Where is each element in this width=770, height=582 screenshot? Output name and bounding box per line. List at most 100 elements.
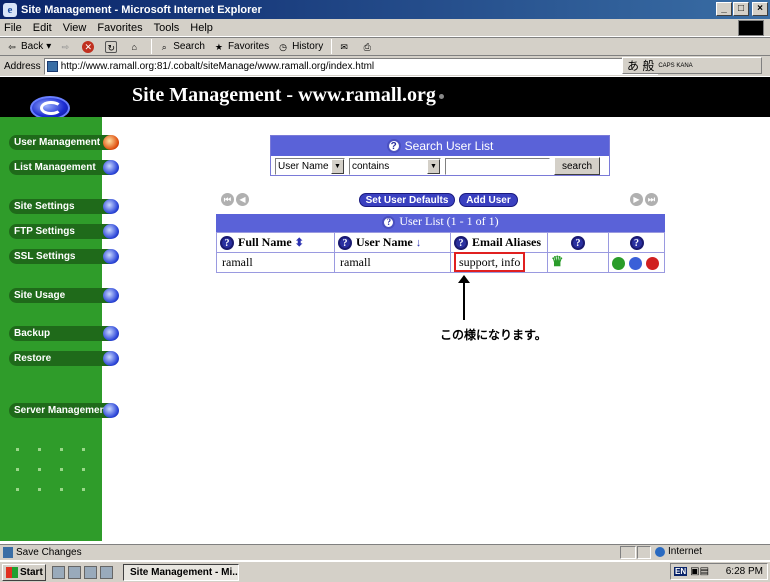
sidebar-item-backup[interactable]: Backup <box>9 326 119 341</box>
knob-icon <box>103 326 119 341</box>
maximize-button[interactable]: □ <box>733 2 749 16</box>
sidebar-item-ssl-settings[interactable]: SSL Settings <box>9 249 119 264</box>
sidebar-item-restore[interactable]: Restore <box>9 351 119 366</box>
home-button[interactable]: ⌂ <box>128 41 143 53</box>
column-user-name[interactable]: ? User Name ↓ <box>334 232 451 253</box>
status-text: Save Changes <box>16 547 82 558</box>
stop-icon: ✕ <box>82 40 95 53</box>
pager-right: ▶ ⏭ <box>630 193 658 206</box>
delete-user-icon[interactable] <box>646 256 659 270</box>
set-user-defaults-button[interactable]: Set User Defaults <box>359 193 455 207</box>
last-page-icon[interactable]: ⏭ <box>645 193 658 206</box>
start-button[interactable]: Start <box>2 563 46 581</box>
ime-mode[interactable]: あ 般 <box>627 57 654 74</box>
sidebar-item-server-management[interactable]: Server Management <box>9 403 119 418</box>
status-panel <box>637 546 651 559</box>
home-icon: ⌂ <box>131 41 137 52</box>
table-row: ramall ramall support, info ♛ <box>216 252 665 273</box>
first-page-icon[interactable]: ⏮ <box>221 193 234 206</box>
search-toolbar-button[interactable]: ⌕ Search <box>158 41 205 53</box>
back-button[interactable]: ⇦ Back ▾ <box>6 41 51 53</box>
sidebar-item-site-settings[interactable]: Site Settings <box>9 199 119 214</box>
stop-button[interactable]: ✕ <box>82 40 97 53</box>
channels-quicklaunch-icon[interactable] <box>100 565 113 579</box>
help-icon[interactable]: ? <box>338 236 352 251</box>
toolbar-separator <box>151 39 153 54</box>
mail-button[interactable]: ✉ <box>338 41 353 53</box>
tray-icons[interactable]: ▣▤ <box>690 566 709 577</box>
knob-icon <box>103 351 119 366</box>
address-url: http://www.ramall.org:81/.cobalt/siteMan… <box>60 60 375 72</box>
browser-toolbar: ⇦ Back ▾ ⇨ ✕ ↻ ⌂ ⌕ Search ★ Favorites ◷ … <box>0 37 770 56</box>
search-field-select[interactable]: User Name ▼ <box>275 157 345 175</box>
show-desktop-icon[interactable] <box>52 565 65 579</box>
back-arrow-icon: ⇦ <box>8 41 16 52</box>
sidebar-item-site-usage[interactable]: Site Usage <box>9 288 119 303</box>
sidebar-item-user-management[interactable]: User Management <box>9 135 119 150</box>
close-button[interactable]: × <box>752 2 768 16</box>
mail-icon: ✉ <box>340 41 348 52</box>
chevron-down-icon: ▼ <box>427 158 440 174</box>
toolbar-separator <box>331 39 333 54</box>
page-icon <box>46 60 58 72</box>
chevron-down-icon: ▼ <box>331 158 344 174</box>
email-user-icon[interactable] <box>629 256 642 270</box>
search-input[interactable] <box>445 157 550 175</box>
minimize-button[interactable]: _ <box>716 2 732 16</box>
menu-tools[interactable]: Tools <box>154 22 180 34</box>
cell-email-aliases: support, info <box>450 252 548 273</box>
next-page-icon[interactable]: ▶ <box>630 193 643 206</box>
page-status-icon <box>3 547 13 558</box>
title-bullet-icon <box>438 93 444 99</box>
sort-down-icon[interactable]: ↓ <box>416 237 422 249</box>
modify-user-icon[interactable] <box>612 256 625 270</box>
knob-icon <box>103 288 119 303</box>
forward-arrow-icon: ⇨ <box>61 41 70 52</box>
help-icon[interactable]: ? <box>220 236 234 251</box>
help-icon[interactable]: ? <box>454 236 468 251</box>
quick-launch <box>52 565 113 579</box>
history-icon: ◷ <box>279 41 287 52</box>
help-icon[interactable]: ? <box>629 236 644 251</box>
add-user-button[interactable]: Add User <box>459 193 518 207</box>
language-indicator[interactable]: EN <box>674 567 688 576</box>
menu-edit[interactable]: Edit <box>33 22 52 34</box>
search-operator-select[interactable]: contains ▼ <box>349 157 441 175</box>
sidebar-item-list-management[interactable]: List Management <box>9 160 119 175</box>
column-full-name[interactable]: ? Full Name ⬍ <box>216 232 335 253</box>
ime-toolbar[interactable]: あ 般 CAPS KANA <box>622 57 762 74</box>
magnifier-icon: ⌕ <box>161 41 167 52</box>
cell-admin: ♛ <box>547 252 609 273</box>
forward-button[interactable]: ⇨ <box>59 41 74 53</box>
column-admin: ? <box>547 232 609 253</box>
help-icon[interactable]: ? <box>571 236 585 251</box>
back-dropdown-icon[interactable]: ▾ <box>46 41 51 52</box>
taskbar-window-button[interactable]: Site Management - Mi... <box>123 563 239 581</box>
search-panel-header: ? Search User List <box>271 136 609 156</box>
history-button[interactable]: ◷ History <box>277 41 323 53</box>
windows-flag-icon <box>6 566 18 578</box>
favorites-button[interactable]: ★ Favorites <box>213 41 269 53</box>
help-icon[interactable]: ? <box>386 139 401 153</box>
sort-both-icon[interactable]: ⬍ <box>295 237 304 249</box>
column-email-aliases: ? Email Aliases <box>450 232 548 253</box>
favorites-icon: ★ <box>214 41 223 52</box>
search-button[interactable]: search <box>554 157 600 175</box>
menu-help[interactable]: Help <box>190 22 213 34</box>
refresh-button[interactable]: ↻ <box>105 40 120 53</box>
print-button[interactable]: ⎙ <box>361 41 376 53</box>
help-icon[interactable]: ? <box>382 215 396 229</box>
address-input[interactable]: http://www.ramall.org:81/.cobalt/siteMan… <box>43 57 658 75</box>
ie-quicklaunch-icon[interactable] <box>68 565 81 579</box>
refresh-icon: ↻ <box>105 40 118 53</box>
system-tray: EN ▣▤ 6:28 PM <box>670 563 768 580</box>
menu-favorites[interactable]: Favorites <box>97 22 142 34</box>
sidebar-item-ftp-settings[interactable]: FTP Settings <box>9 224 119 239</box>
cell-user-name: ramall <box>334 252 451 273</box>
menu-file[interactable]: File <box>4 22 22 34</box>
knob-icon <box>103 224 119 239</box>
email-aliases-highlight: support, info <box>454 252 526 272</box>
menu-view[interactable]: View <box>63 22 87 34</box>
prev-page-icon[interactable]: ◀ <box>236 193 249 206</box>
outlook-quicklaunch-icon[interactable] <box>84 565 97 579</box>
